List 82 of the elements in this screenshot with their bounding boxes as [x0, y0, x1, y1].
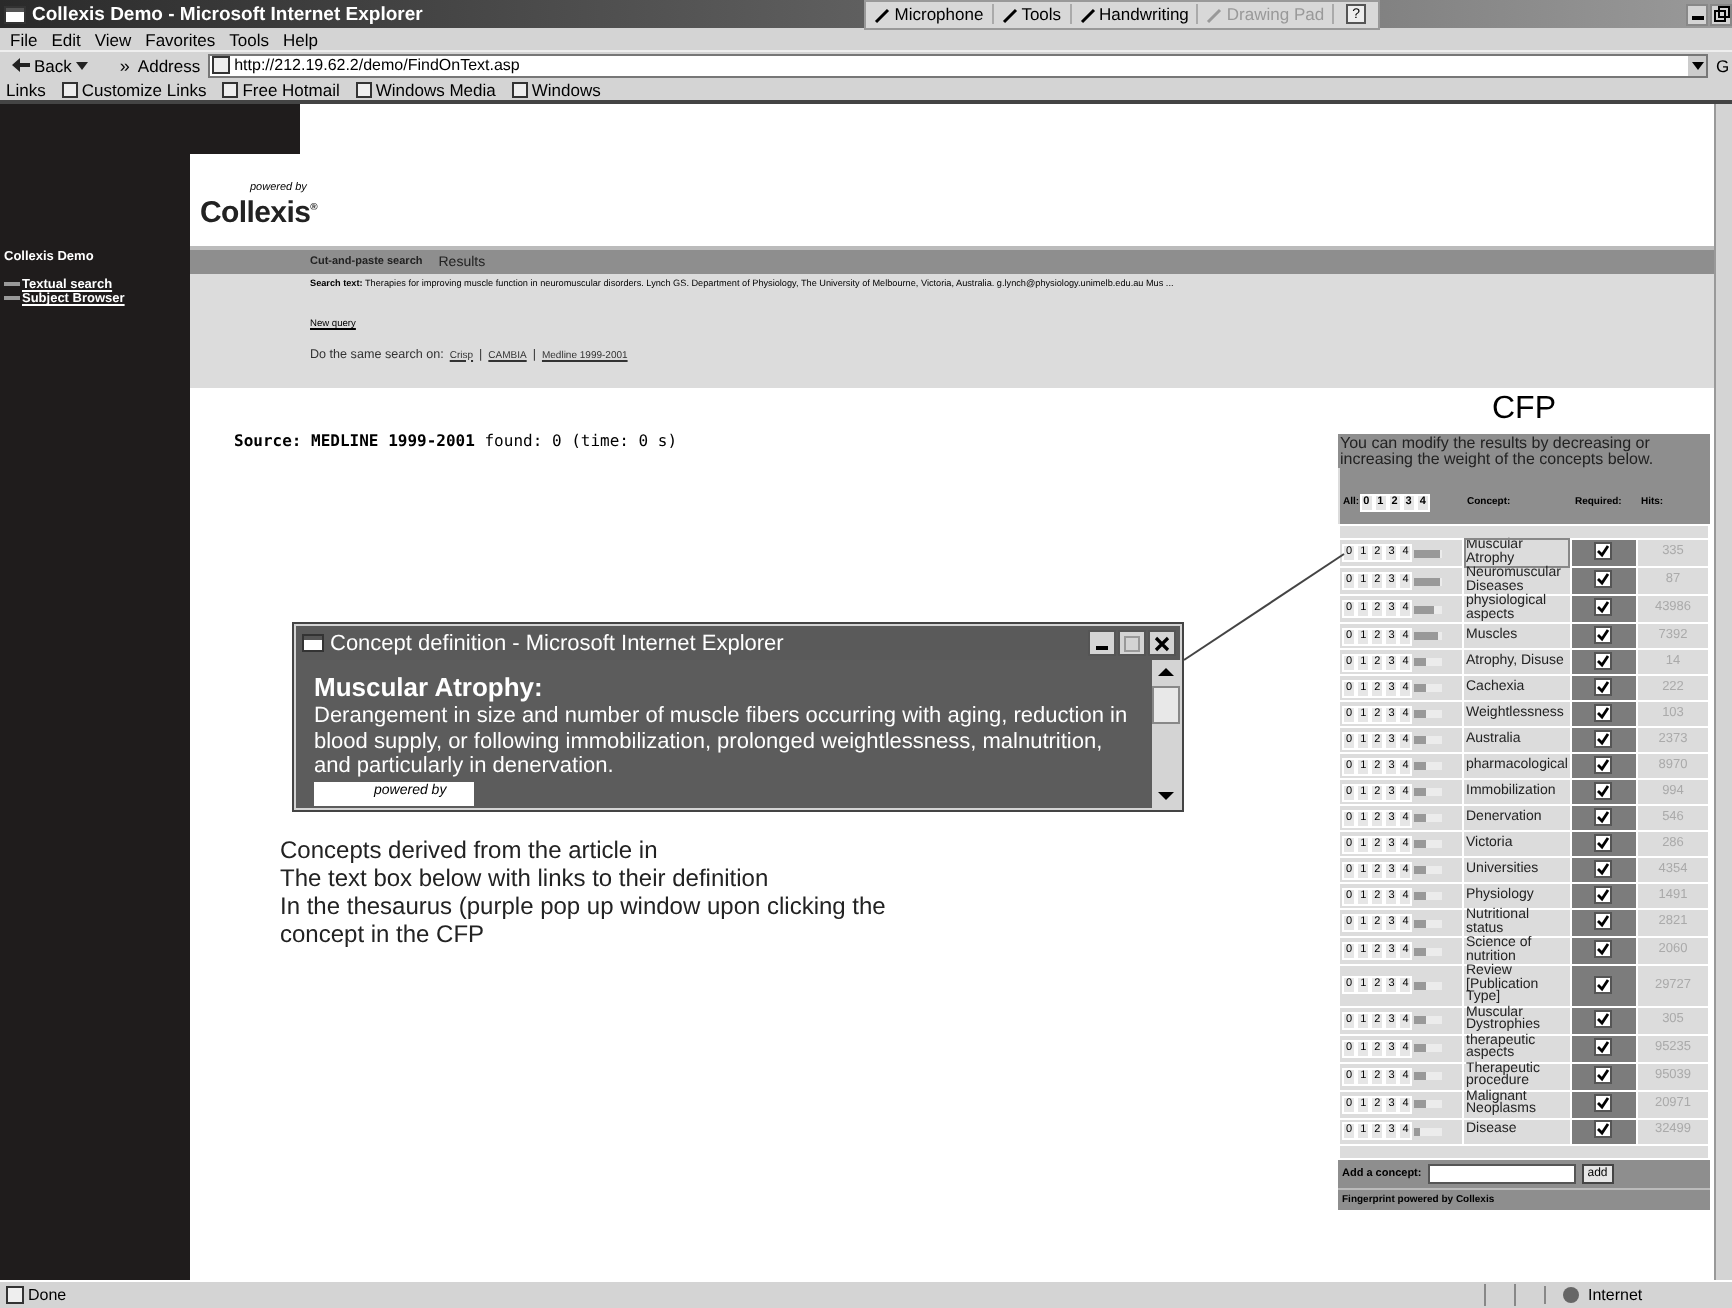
menu-item[interactable]: Tools	[229, 29, 269, 49]
browser-icon	[302, 632, 324, 654]
globe-icon	[1562, 1286, 1580, 1304]
minimize-icon	[1096, 646, 1108, 650]
required-checkbox[interactable]	[1594, 1037, 1613, 1056]
required-checkbox[interactable]	[1594, 651, 1613, 670]
back-arrow-icon	[12, 58, 30, 72]
annotation-line: In the thesaurus (purple pop up window upon clicking the	[280, 892, 888, 920]
required-checkbox[interactable]	[1594, 729, 1613, 748]
toolbar-overflow-chevron[interactable]: »	[119, 55, 130, 75]
window-title: Collexis Demo - Microsoft Internet Explorer	[32, 3, 423, 25]
menu-item[interactable]: Help	[282, 29, 318, 49]
back-button[interactable]: Back	[8, 55, 92, 75]
pen-icon	[874, 5, 893, 23]
maximize-icon	[1124, 635, 1140, 651]
language-bar-button[interactable]: Tools	[993, 4, 1072, 24]
favorite-link[interactable]: Windows	[511, 79, 601, 99]
maximize-button[interactable]	[1118, 630, 1146, 656]
restore-button[interactable]	[1710, 3, 1732, 25]
required-checkbox[interactable]	[1594, 1120, 1613, 1139]
concept-heading: Muscular Atrophy:	[314, 672, 545, 702]
required-checkbox[interactable]	[1594, 885, 1613, 904]
required-checkbox[interactable]	[1594, 703, 1613, 722]
page-icon	[6, 1286, 24, 1304]
required-checkbox[interactable]	[1594, 807, 1613, 826]
page-scrollbar[interactable]	[1714, 104, 1732, 1280]
minimize-button[interactable]	[1686, 3, 1708, 25]
required-checkbox[interactable]	[1594, 859, 1613, 878]
required-checkbox[interactable]	[1594, 598, 1613, 617]
required-checkbox[interactable]	[1594, 1093, 1613, 1112]
pen-icon	[1079, 5, 1098, 23]
scrollbar[interactable]	[1152, 660, 1180, 808]
close-button[interactable]	[1148, 630, 1176, 656]
required-checkbox[interactable]	[1594, 781, 1613, 800]
check-icon	[1596, 977, 1611, 991]
required-checkbox[interactable]	[1594, 677, 1613, 696]
required-checkbox[interactable]	[1594, 625, 1613, 644]
annotation-line: Concepts derived from the article in	[280, 836, 660, 864]
required-checkbox[interactable]	[1594, 975, 1613, 993]
source-summary: Source: MEDLINE 1999-2001 found: 0 (time: 0 s)	[234, 432, 680, 450]
required-checkbox[interactable]	[1594, 912, 1613, 931]
security-zone: Internet	[1544, 1286, 1732, 1304]
required-checkbox[interactable]	[1594, 542, 1613, 561]
menu-item[interactable]: Favorites	[145, 29, 216, 49]
required-checkbox[interactable]	[1594, 755, 1613, 774]
address-label: Address	[137, 55, 201, 75]
pen-icon	[1206, 5, 1225, 23]
annotation-line: concept in the CFP	[280, 920, 487, 948]
address-field[interactable]: http://212.19.62.2/demo/FindOnText.asp	[208, 53, 1708, 77]
required-checkbox[interactable]	[1594, 570, 1613, 589]
language-bar-button[interactable]: Handwriting	[1071, 4, 1199, 24]
pen-icon	[1001, 5, 1020, 23]
links-label: Links	[6, 79, 46, 99]
favorite-link[interactable]: Windows Media	[355, 79, 496, 99]
cfp-label: CFP	[1490, 392, 1558, 428]
status-text: Done	[0, 1286, 1484, 1304]
menu-item[interactable]: Edit	[51, 29, 81, 49]
concept-definition: Derangement in size and number of muscle fibers occurring with aging, reduction in blood supply, or following immobilization, prolonged weightlessness, malnutrition, and particularly in denervation.	[314, 704, 1130, 779]
browser-icon	[4, 3, 26, 25]
annotation-line: The text box below with links to their definition	[280, 864, 771, 892]
dropdown-caret-icon	[1691, 61, 1703, 69]
required-checkbox[interactable]	[1594, 1065, 1613, 1084]
close-icon	[1154, 635, 1170, 651]
required-checkbox[interactable]	[1594, 833, 1613, 852]
favorite-link[interactable]: Free Hotmail	[222, 79, 340, 99]
cfp-intro: You can modify the results by decreasing or increasing the weight of the concepts below.	[1338, 434, 1656, 468]
popup-title: Concept definition - Microsoft Internet Explorer	[330, 631, 784, 655]
required-checkbox[interactable]	[1594, 1009, 1613, 1028]
language-bar-button[interactable]: Microphone	[866, 4, 994, 24]
minimize-button[interactable]	[1088, 630, 1116, 656]
page-icon	[511, 81, 528, 97]
go-button[interactable]: G	[1716, 55, 1732, 75]
menu-item[interactable]: View	[94, 29, 132, 49]
minimize-icon	[1691, 15, 1703, 19]
restore-icon	[1713, 6, 1729, 22]
menu-item[interactable]: File	[10, 29, 38, 49]
caret-icon	[75, 61, 88, 69]
favorite-link[interactable]: Customize Links	[61, 79, 207, 99]
page-icon	[61, 81, 78, 97]
add-concept-field[interactable]	[1427, 1163, 1576, 1183]
page-icon	[355, 81, 372, 97]
required-checkbox[interactable]	[1594, 940, 1613, 959]
